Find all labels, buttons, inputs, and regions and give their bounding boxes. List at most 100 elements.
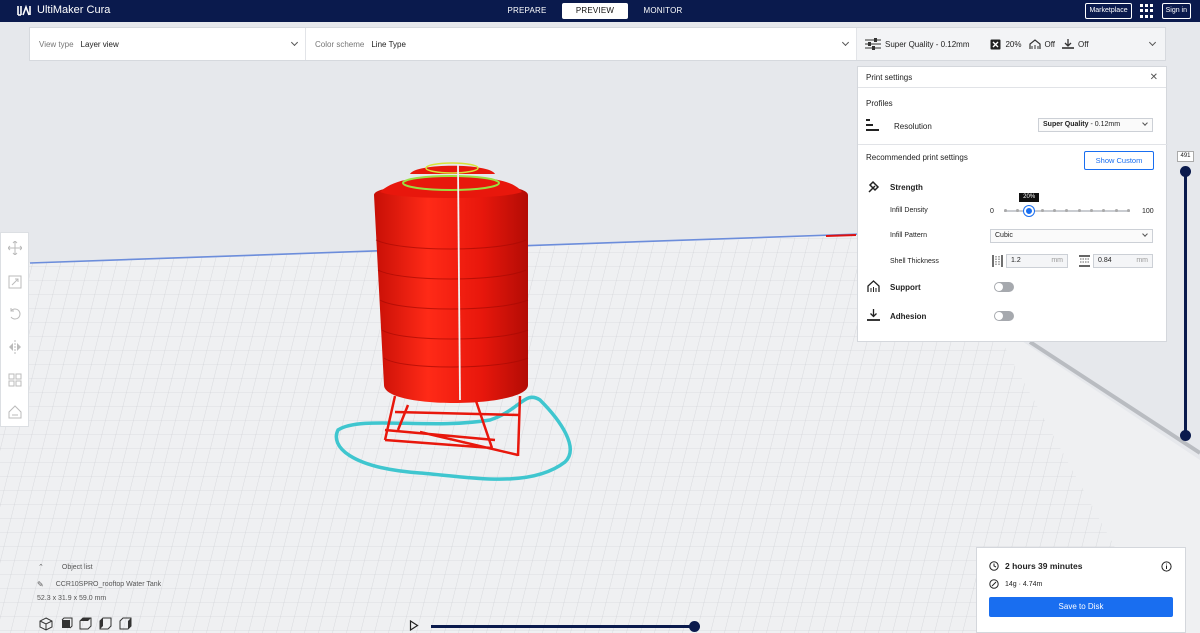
- per-model-settings-icon[interactable]: [8, 373, 22, 387]
- support-icon: [867, 280, 880, 292]
- chevron-up-icon: ⌃: [38, 564, 44, 571]
- adhesion-icon: [1062, 38, 1075, 49]
- strength-icon: [868, 180, 880, 193]
- sliders-icon: [865, 38, 881, 50]
- print-information-panel: 2 hours 39 minutes 14g · 4.74m Save to D…: [976, 547, 1186, 633]
- object-list-heading: Object list: [61, 563, 93, 571]
- adhesion-icon: [867, 309, 880, 321]
- infill-pattern-select[interactable]: Cubic: [990, 229, 1153, 243]
- chevron-down-icon: [1148, 38, 1157, 47]
- signin-button[interactable]: Sign in: [1161, 3, 1191, 19]
- chevron-down-icon: [1142, 231, 1148, 237]
- show-custom-button[interactable]: Show Custom: [1084, 151, 1154, 170]
- adhesion-summary: Off: [1062, 38, 1089, 50]
- support-heading: Support: [890, 283, 921, 292]
- top-view-icon[interactable]: [79, 617, 93, 631]
- support-icon: [1028, 38, 1041, 49]
- infill-slider-handle[interactable]: [1024, 206, 1035, 216]
- support-summary: Off: [1028, 38, 1056, 50]
- print-time-row: 2 hours 39 minutes: [989, 561, 1082, 571]
- recommended-heading: Recommended print settings: [866, 153, 968, 162]
- top-bottom-thickness-value: 0.84: [1098, 257, 1112, 264]
- view-type-select[interactable]: View type Layer view: [30, 28, 306, 60]
- app-logo: UltiMaker Cura: [17, 4, 110, 16]
- scale-icon[interactable]: [8, 275, 22, 289]
- material-row: 14g · 4.74m: [989, 579, 1042, 589]
- material-usage: 14g · 4.74m: [1005, 580, 1043, 588]
- resolution-layer: - 0.12mm: [1088, 121, 1121, 128]
- color-scheme-value: Line Type: [371, 39, 406, 49]
- apps-grid-icon[interactable]: [1139, 4, 1154, 18]
- tab-preview[interactable]: PREVIEW: [562, 3, 628, 19]
- chevron-down-icon: [1142, 120, 1148, 126]
- resolution-icon: [866, 119, 879, 131]
- stage-tabs: PREPARE PREVIEW MONITOR: [494, 3, 696, 19]
- save-to-disk-button[interactable]: Save to Disk: [989, 597, 1173, 617]
- color-scheme-label: Color scheme: [315, 39, 365, 49]
- infill-max-label: 100: [1142, 208, 1154, 215]
- right-view-icon[interactable]: [119, 617, 133, 631]
- 3d-view-icon[interactable]: [39, 617, 53, 631]
- move-icon[interactable]: [8, 241, 22, 255]
- wall-thickness-icon: [992, 255, 1003, 267]
- adhesion-value: Off: [1078, 39, 1089, 49]
- resolution-select[interactable]: Super Quality - 0.12mm: [1038, 118, 1153, 132]
- support-value: Off: [1044, 39, 1056, 49]
- app-name: UltiMaker Cura: [37, 4, 111, 16]
- resolution-label: Resolution: [894, 122, 932, 131]
- camera-view-buttons: [39, 617, 133, 631]
- top-bottom-unit: mm: [1136, 257, 1148, 264]
- wall-unit: mm: [1051, 257, 1063, 264]
- pencil-icon[interactable]: ✎: [37, 580, 44, 589]
- profile-summary: Super Quality - 0.12mm: [865, 38, 969, 50]
- ultimaker-logo-icon: [17, 4, 31, 16]
- rotate-icon[interactable]: [8, 307, 22, 321]
- adhesion-toggle[interactable]: [994, 311, 1014, 321]
- panel-title: Print settings: [866, 72, 913, 82]
- spool-icon: [989, 579, 999, 589]
- left-view-icon[interactable]: [99, 617, 113, 631]
- profile-name: Super Quality - 0.12mm: [885, 39, 970, 49]
- front-view-icon[interactable]: [59, 617, 73, 631]
- print-settings-panel: Print settings ✕ Profiles Resolution Sup…: [857, 66, 1168, 342]
- infill-value: 20%: [1005, 39, 1022, 49]
- strength-heading: Strength: [890, 183, 923, 192]
- color-scheme-select[interactable]: Color scheme Line Type: [306, 28, 857, 60]
- support-blocker-icon[interactable]: [8, 405, 22, 419]
- view-type-label: View type: [39, 39, 74, 49]
- path-slider-handle[interactable]: [689, 621, 700, 632]
- close-icon[interactable]: ✕: [1150, 72, 1158, 83]
- marketplace-button[interactable]: Marketplace: [1085, 3, 1132, 19]
- infill-pattern-label: Infill Pattern: [890, 232, 927, 239]
- object-name: CCR10SPRO_rooftop Water Tank: [55, 581, 162, 588]
- resolution-quality: Super Quality: [1043, 121, 1089, 128]
- panel-header: Print settings ✕: [858, 67, 1166, 88]
- support-toggle[interactable]: [994, 282, 1014, 292]
- object-list-header[interactable]: ⌃ Object list: [38, 563, 161, 572]
- path-slider-track[interactable]: [431, 625, 695, 628]
- top-bottom-thickness-input[interactable]: 0.84 mm: [1093, 254, 1153, 268]
- infill-slider[interactable]: 20%: [1004, 193, 1130, 216]
- layer-slider-bottom-handle[interactable]: [1180, 430, 1191, 441]
- tab-prepare[interactable]: PREPARE: [494, 3, 560, 19]
- shell-thickness-label: Shell Thickness: [890, 258, 939, 265]
- play-icon[interactable]: [409, 620, 419, 631]
- view-type-value: Layer view: [80, 39, 119, 49]
- layer-slider-track[interactable]: [1184, 172, 1187, 437]
- object-dimensions: 52.3 x 31.9 x 59.0 mm: [37, 595, 107, 602]
- slider-ticks: [1004, 209, 1130, 213]
- print-settings-summary[interactable]: Super Quality - 0.12mm 20% Off Off: [857, 28, 1165, 60]
- infill-icon: [990, 39, 1001, 49]
- infill-density-label: Infill Density: [890, 207, 928, 214]
- infill-min-label: 0: [990, 208, 994, 215]
- chevron-down-icon: [290, 38, 299, 47]
- mirror-icon[interactable]: [8, 340, 22, 354]
- layer-number-input[interactable]: 491: [1177, 151, 1194, 162]
- object-row[interactable]: ✎ CCR10SPRO_rooftop Water Tank: [37, 580, 161, 589]
- infill-summary: 20%: [990, 39, 1022, 50]
- info-icon[interactable]: [1161, 561, 1172, 572]
- layer-slider-top-handle[interactable]: [1180, 166, 1191, 177]
- tab-monitor[interactable]: MONITOR: [630, 3, 696, 19]
- header-actions: Marketplace Sign in: [1085, 3, 1191, 19]
- wall-thickness-input[interactable]: 1.2 mm: [1006, 254, 1068, 268]
